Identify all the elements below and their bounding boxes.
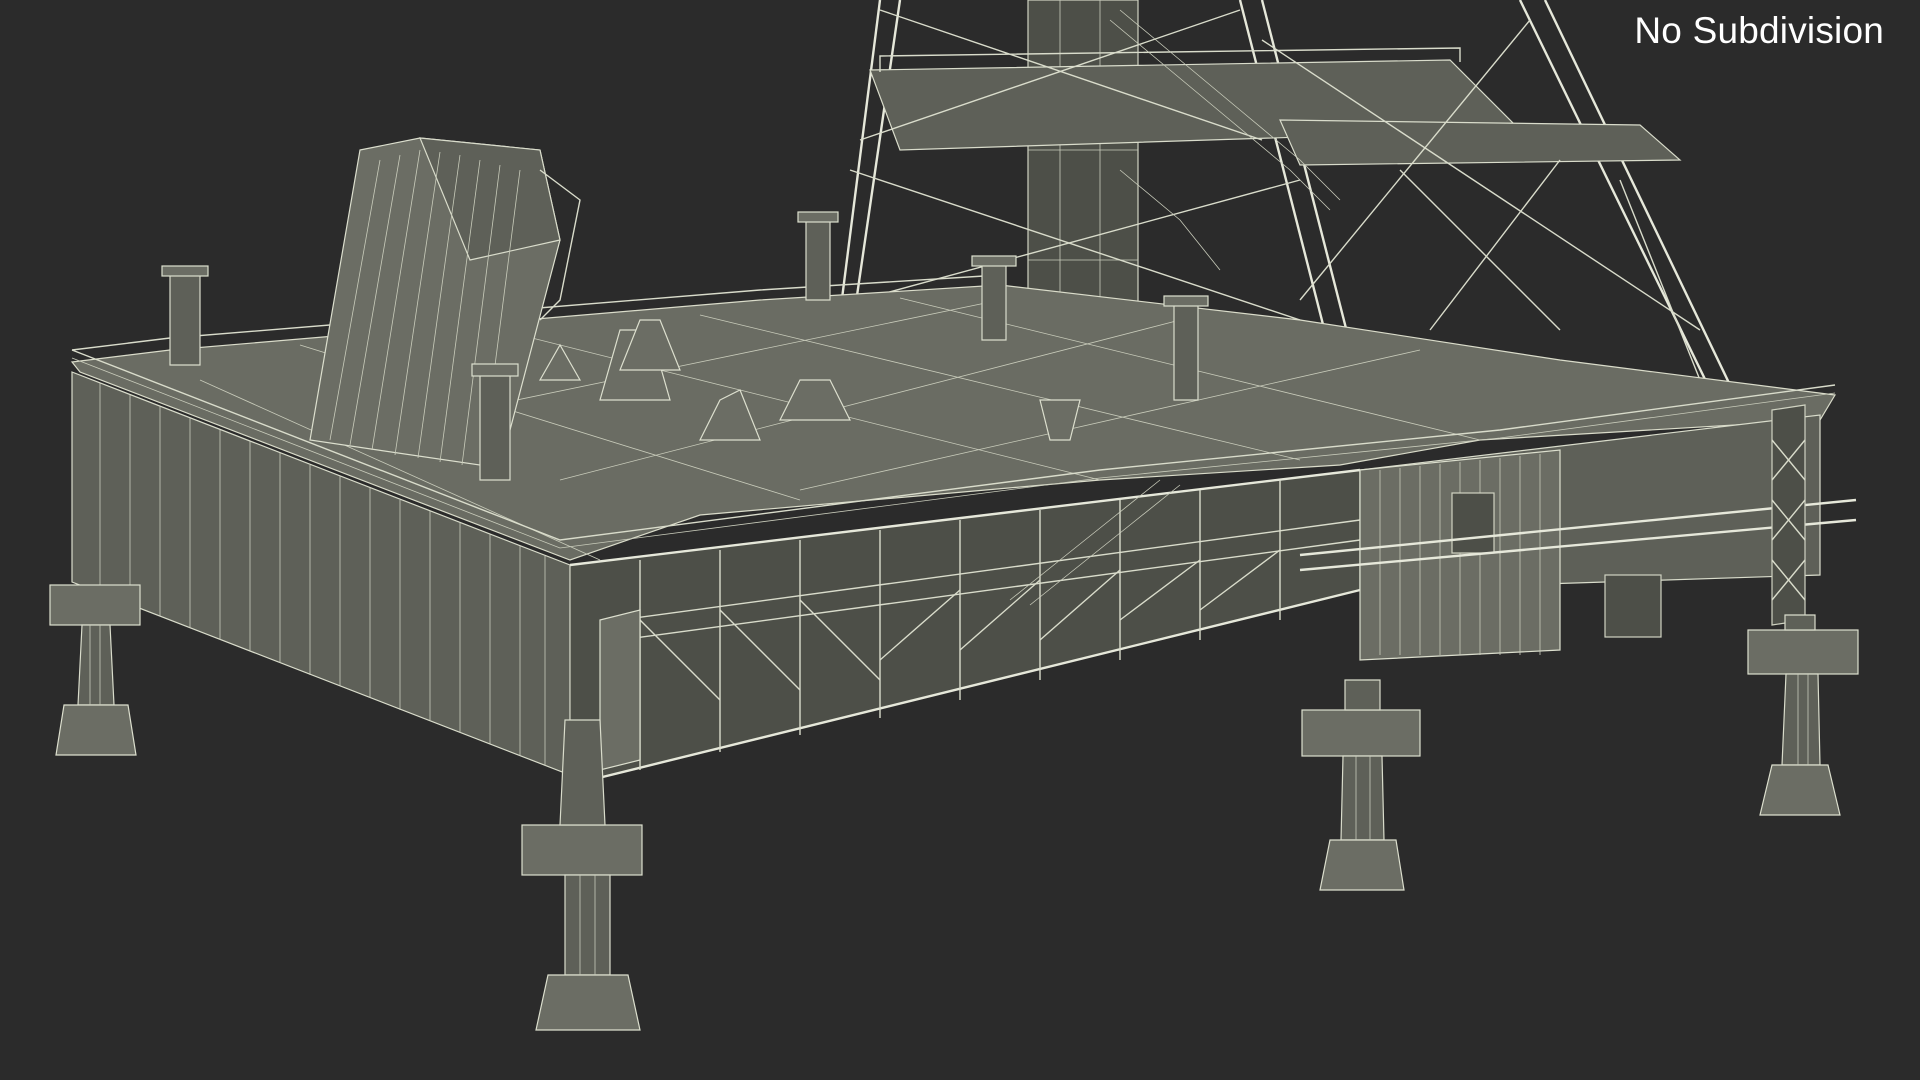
wireframe-render [49, 0, 1859, 1031]
render-viewport: No Subdivision [0, 0, 1920, 1080]
subdivision-label: No Subdivision [1634, 10, 1884, 51]
